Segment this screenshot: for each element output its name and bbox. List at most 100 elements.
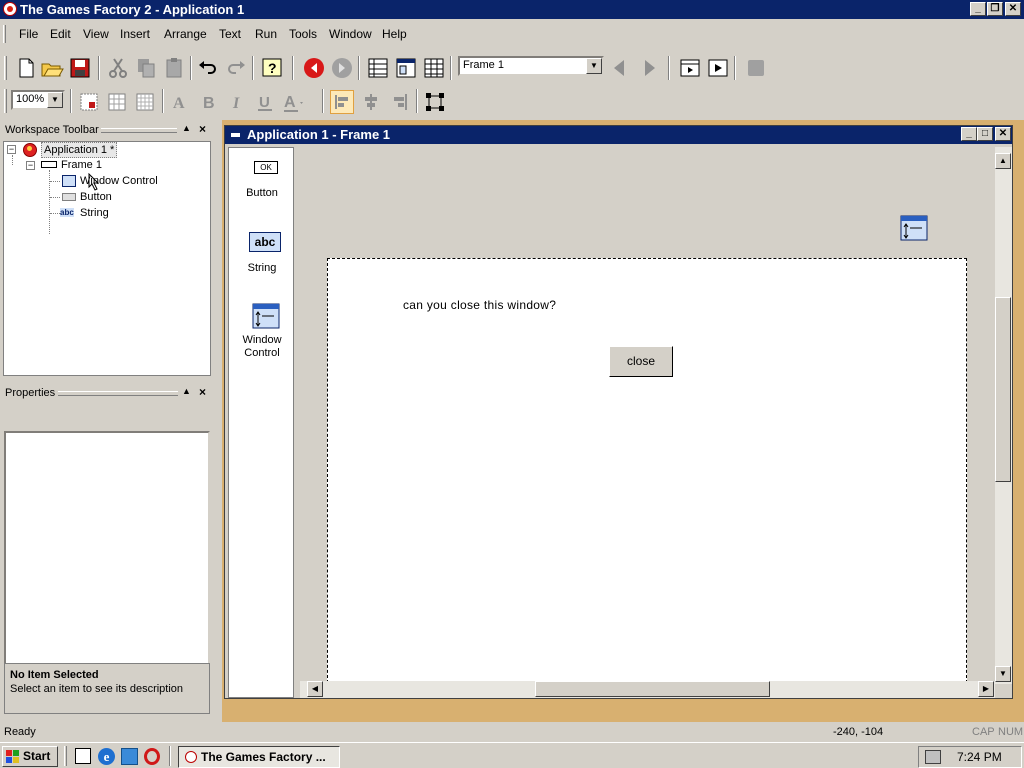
tree-item-application[interactable]: Application 1 * bbox=[41, 142, 118, 158]
menu-tools[interactable]: Tools bbox=[289, 27, 317, 41]
undo-icon[interactable] bbox=[196, 56, 220, 80]
toolbar-grip[interactable] bbox=[4, 89, 7, 113]
frame-area[interactable]: can you close this window? close bbox=[327, 258, 967, 688]
menu-insert[interactable]: Insert bbox=[120, 27, 150, 41]
tree-collapse-icon[interactable]: − bbox=[26, 161, 35, 170]
start-button[interactable]: Start bbox=[2, 746, 58, 767]
toolbar-grip[interactable] bbox=[4, 56, 7, 80]
internet-explorer-icon[interactable]: e bbox=[98, 748, 115, 765]
snap-grid-icon[interactable] bbox=[105, 90, 129, 114]
opera-icon[interactable] bbox=[144, 748, 160, 765]
tree-collapse-icon[interactable]: − bbox=[7, 145, 16, 154]
cut-icon[interactable] bbox=[106, 56, 130, 80]
quick-launch-grip[interactable] bbox=[64, 746, 67, 766]
align-right-icon[interactable] bbox=[387, 90, 411, 114]
run-application-icon[interactable] bbox=[706, 56, 730, 80]
stop-icon[interactable] bbox=[744, 56, 768, 80]
tree-item-frame[interactable]: Frame 1 bbox=[61, 159, 102, 171]
show-grid-icon[interactable] bbox=[77, 90, 101, 114]
menu-text[interactable]: Text bbox=[219, 27, 241, 41]
stop-run-icon[interactable] bbox=[302, 56, 326, 80]
zoom-select[interactable]: 100% ▼ bbox=[11, 90, 65, 110]
close-button[interactable]: ✕ bbox=[1005, 2, 1021, 16]
frame-select[interactable]: Frame 1 ▼ bbox=[458, 56, 604, 76]
redo-icon[interactable] bbox=[224, 56, 248, 80]
copy-icon[interactable] bbox=[134, 56, 158, 80]
scroll-up-icon[interactable]: ▲ bbox=[995, 153, 1011, 169]
resize-handles-icon[interactable] bbox=[423, 90, 447, 114]
paste-icon[interactable] bbox=[162, 56, 186, 80]
tree-item-string[interactable]: String bbox=[80, 207, 109, 219]
panel-grip[interactable] bbox=[58, 391, 178, 396]
windows-logo-icon bbox=[6, 750, 19, 763]
scroll-left-icon[interactable]: ◀ bbox=[307, 681, 323, 697]
font-icon[interactable]: A bbox=[169, 90, 193, 114]
child-close-button[interactable]: ✕ bbox=[995, 127, 1011, 141]
minimize-button[interactable]: _ bbox=[970, 2, 986, 16]
save-icon[interactable] bbox=[68, 56, 92, 80]
new-file-icon[interactable] bbox=[14, 56, 38, 80]
vertical-scrollbar[interactable]: ▲ ▼ bbox=[995, 147, 1012, 684]
text-color-icon[interactable]: A bbox=[281, 90, 305, 114]
restore-button[interactable]: ❐ bbox=[987, 2, 1003, 16]
main-title-bar[interactable]: The Games Factory 2 - Application 1 _ ❐ … bbox=[0, 0, 1024, 19]
underline-icon[interactable]: U bbox=[253, 90, 277, 114]
grid-setup-icon[interactable] bbox=[133, 90, 157, 114]
menu-edit[interactable]: Edit bbox=[50, 27, 71, 41]
panel-close-icon[interactable]: × bbox=[199, 122, 206, 136]
scroll-right-icon[interactable]: ▶ bbox=[978, 681, 994, 697]
vertical-scroll-thumb[interactable] bbox=[995, 297, 1011, 482]
tray-schedule-icon[interactable] bbox=[925, 750, 941, 764]
frame-editor-title-bar[interactable]: Application 1 - Frame 1 _ □ ✕ bbox=[225, 126, 1012, 144]
network-icon[interactable] bbox=[121, 748, 138, 765]
run-frame-icon[interactable] bbox=[678, 56, 702, 80]
properties-list[interactable] bbox=[4, 431, 210, 665]
frame-editor-canvas[interactable]: can you close this window? close bbox=[300, 147, 995, 688]
next-frame-icon[interactable] bbox=[637, 56, 661, 80]
event-editor-icon[interactable] bbox=[422, 56, 446, 80]
palette-splitter[interactable] bbox=[295, 147, 299, 698]
align-center-icon[interactable] bbox=[359, 90, 383, 114]
window-control-object[interactable] bbox=[900, 215, 928, 241]
menu-help[interactable]: Help bbox=[382, 27, 407, 41]
panel-close-icon[interactable]: × bbox=[199, 385, 206, 399]
window-menu-icon[interactable] bbox=[231, 133, 240, 137]
italic-icon[interactable]: I bbox=[225, 90, 249, 114]
system-tray: 7:24 PM bbox=[918, 746, 1022, 768]
app-icon[interactable] bbox=[3, 2, 17, 16]
panel-grip[interactable] bbox=[101, 128, 177, 133]
menu-file[interactable]: File bbox=[19, 27, 38, 41]
play-run-icon[interactable] bbox=[330, 56, 354, 80]
tree-item-button[interactable]: Button bbox=[80, 191, 112, 203]
workspace-panel: Workspace Toolbar ▲ × − Application 1 * … bbox=[0, 120, 216, 380]
menu-view[interactable]: View bbox=[83, 27, 109, 41]
child-maximize-button[interactable]: □ bbox=[977, 127, 993, 141]
bold-icon[interactable]: B bbox=[197, 90, 221, 114]
scroll-down-icon[interactable]: ▼ bbox=[995, 666, 1011, 682]
tree-item-window-control[interactable]: Window Control bbox=[80, 175, 158, 187]
horizontal-scrollbar[interactable]: ◀ ▶ bbox=[300, 681, 995, 698]
string-object[interactable]: can you close this window? bbox=[403, 298, 556, 312]
palette-item-string[interactable]: abc String bbox=[229, 229, 295, 287]
open-folder-icon[interactable] bbox=[40, 56, 64, 80]
storyboard-editor-icon[interactable] bbox=[366, 56, 390, 80]
menu-window[interactable]: Window bbox=[329, 27, 372, 41]
collapse-arrow-icon[interactable]: ▲ bbox=[182, 123, 191, 133]
align-left-icon[interactable] bbox=[330, 90, 354, 114]
horizontal-scroll-thumb[interactable] bbox=[535, 681, 770, 697]
collapse-arrow-icon[interactable]: ▲ bbox=[182, 386, 191, 396]
chevron-down-icon[interactable]: ▼ bbox=[47, 92, 63, 108]
frame-editor-icon[interactable] bbox=[394, 56, 418, 80]
chevron-down-icon[interactable]: ▼ bbox=[586, 58, 602, 74]
menu-run[interactable]: Run bbox=[255, 27, 277, 41]
help-icon[interactable]: ? bbox=[260, 56, 284, 80]
close-button-object[interactable]: close bbox=[609, 346, 673, 377]
previous-frame-icon[interactable] bbox=[608, 56, 632, 80]
palette-item-window-control[interactable]: Window Control bbox=[229, 302, 295, 372]
palette-item-button[interactable]: OK Button bbox=[229, 158, 295, 216]
show-desktop-icon[interactable] bbox=[75, 748, 91, 764]
taskbar-button-games-factory[interactable]: The Games Factory ... bbox=[178, 746, 340, 768]
menu-arrange[interactable]: Arrange bbox=[164, 27, 207, 41]
child-minimize-button[interactable]: _ bbox=[961, 127, 977, 141]
menu-grip[interactable] bbox=[3, 25, 6, 43]
